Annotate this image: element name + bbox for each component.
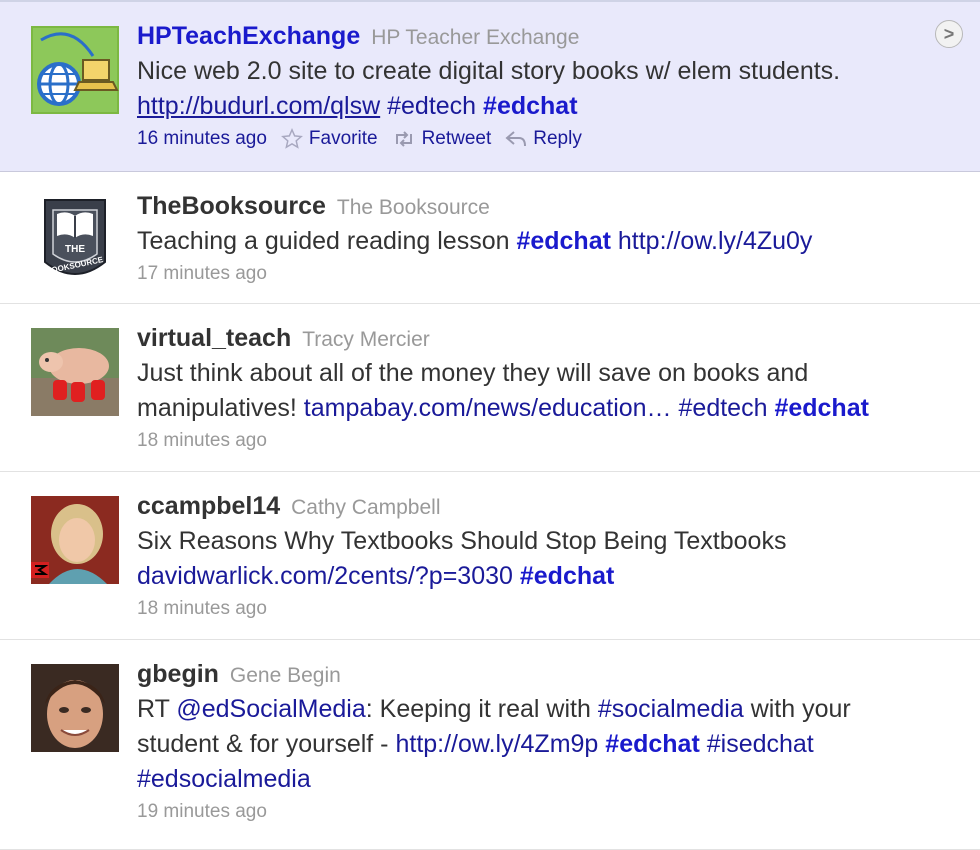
mention-link[interactable]: @edSocialMedia: [176, 695, 365, 723]
url-link[interactable]: tampabay.com/news/education…: [304, 394, 672, 422]
avatar[interactable]: [31, 664, 119, 752]
tweet-meta: 17 minutes ago: [137, 259, 920, 305]
tweet-header: TheBooksource The Booksource: [137, 190, 920, 224]
tweet-text: Teaching a guided reading lesson #edchat…: [137, 224, 920, 259]
hashtag-link[interactable]: #edtech: [679, 394, 768, 422]
hashtag-link[interactable]: #isedchat: [707, 730, 814, 758]
full-name: The Booksource: [336, 196, 490, 219]
tweet-text-segment: Just think about all of the money they w…: [137, 359, 809, 387]
reply-label: Reply: [533, 128, 582, 149]
favorite-button[interactable]: Favorite: [280, 124, 378, 154]
tweet-item[interactable]: HPTeachExchange HP Teacher Exchange Nice…: [0, 2, 980, 172]
avatar[interactable]: THE BOOKSOURCE: [31, 196, 119, 284]
tweet-item[interactable]: ccampbel14 Cathy Campbell Six Reasons Wh…: [0, 472, 980, 640]
tweet-text: Nice web 2.0 site to create digital stor…: [137, 54, 920, 124]
url-link[interactable]: http://ow.ly/4Zu0y: [618, 227, 813, 255]
full-name: HP Teacher Exchange: [371, 26, 580, 49]
tweet-text: Six Reasons Why Textbooks Should Stop Be…: [137, 524, 920, 594]
full-name: Tracy Mercier: [302, 328, 430, 351]
tweet-meta: 19 minutes ago: [137, 797, 920, 843]
avatar[interactable]: [31, 26, 119, 114]
timestamp-link[interactable]: 18 minutes ago: [137, 426, 267, 456]
hashtag-link[interactable]: #socialmedia: [598, 695, 744, 723]
tweet-text: Just think about all of the money they w…: [137, 356, 920, 426]
tweet-meta: 18 minutes ago: [137, 426, 920, 472]
chevron-right-icon: >: [943, 23, 955, 44]
timestamp-link[interactable]: 16 minutes ago: [137, 124, 267, 154]
tweet-item[interactable]: THE BOOKSOURCE TheBooksource The Booksou…: [0, 172, 980, 304]
retweet-label: Retweet: [421, 128, 492, 149]
timestamp-link[interactable]: 18 minutes ago: [137, 594, 267, 624]
tweet-text-segment: Teaching a guided reading lesson: [137, 227, 510, 255]
tweet-text-segment: RT: [137, 695, 170, 723]
screen-name[interactable]: gbegin: [137, 660, 219, 688]
tweet-text-segment: : Keeping it real with: [365, 695, 591, 723]
tweet-meta: 18 minutes ago: [137, 594, 920, 640]
tweet-header: HPTeachExchange HP Teacher Exchange: [137, 20, 920, 54]
hashtag-link[interactable]: #edchat: [483, 92, 577, 120]
reply-icon: [505, 131, 527, 147]
star-icon: [280, 128, 303, 149]
favorite-label: Favorite: [308, 128, 378, 149]
tweet-item[interactable]: virtual_teach Tracy Mercier Just think a…: [0, 304, 980, 472]
retweet-button[interactable]: Retweet: [392, 124, 492, 154]
hashtag-link[interactable]: #edchat: [605, 730, 699, 758]
avatar[interactable]: [31, 496, 119, 584]
avatar-logo-text: THE: [65, 244, 85, 255]
avatar[interactable]: [31, 328, 119, 416]
hashtag-link[interactable]: #edtech: [387, 92, 476, 120]
url-link[interactable]: davidwarlick.com/2cents/?p=3030: [137, 562, 513, 590]
full-name: Gene Begin: [229, 664, 341, 687]
tweet-item[interactable]: gbegin Gene Begin RT @edSocialMedia: Kee…: [0, 640, 980, 850]
tweet-text-segment: with your: [750, 695, 851, 723]
reply-button[interactable]: Reply: [505, 124, 582, 154]
retweet-icon: [395, 131, 412, 147]
tweet-text-segment: student & for yourself -: [137, 730, 389, 758]
hashtag-link[interactable]: #edchat: [774, 394, 868, 422]
url-link[interactable]: http://ow.ly/4Zm9p: [395, 730, 598, 758]
tweet-text-segment: Nice web 2.0 site to create digital stor…: [137, 57, 841, 85]
expand-arrow-button[interactable]: >: [935, 20, 963, 48]
tweet-header: virtual_teach Tracy Mercier: [137, 322, 920, 356]
timestamp-link[interactable]: 19 minutes ago: [137, 797, 267, 827]
timeline: HPTeachExchange HP Teacher Exchange Nice…: [0, 0, 980, 850]
tweet-header: gbegin Gene Begin: [137, 658, 920, 692]
screen-name[interactable]: TheBooksource: [137, 192, 326, 220]
tweet-text-segment: manipulatives!: [137, 394, 297, 422]
tweet-text-segment: Six Reasons Why Textbooks Should Stop Be…: [137, 527, 787, 555]
tweet-text: RT @edSocialMedia: Keeping it real with …: [137, 692, 920, 797]
screen-name[interactable]: HPTeachExchange: [137, 22, 360, 50]
url-link[interactable]: http://budurl.com/qlsw: [137, 92, 380, 120]
tweet-meta: 16 minutes ago Favorite Retweet Reply: [137, 124, 920, 170]
screen-name[interactable]: ccampbel14: [137, 492, 280, 520]
timestamp-link[interactable]: 17 minutes ago: [137, 259, 267, 289]
hashtag-link[interactable]: #edsocialmedia: [137, 765, 311, 793]
screen-name[interactable]: virtual_teach: [137, 324, 291, 352]
tweet-header: ccampbel14 Cathy Campbell: [137, 490, 920, 524]
full-name: Cathy Campbell: [291, 496, 441, 519]
hashtag-link[interactable]: #edchat: [516, 227, 610, 255]
hashtag-link[interactable]: #edchat: [520, 562, 614, 590]
